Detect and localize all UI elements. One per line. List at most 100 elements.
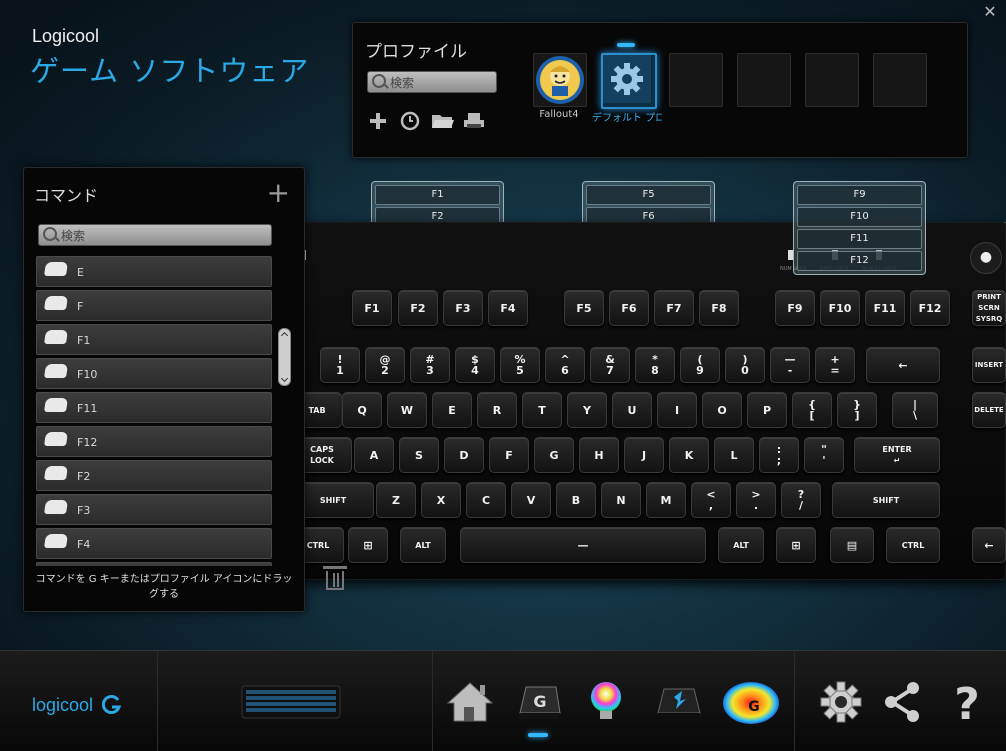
keyboard-key[interactable]: + =: [815, 347, 855, 383]
keyboard-key[interactable]: F10: [820, 290, 860, 326]
keyboard-key[interactable]: R: [477, 392, 517, 428]
command-item[interactable]: F4: [36, 528, 272, 559]
keyboard-key[interactable]: ) 0: [725, 347, 765, 383]
trash-icon[interactable]: [323, 566, 347, 590]
keyboard-key[interactable]: ALT: [718, 527, 764, 563]
keyboard-key[interactable]: INSERT: [972, 347, 1006, 383]
heatmap-icon[interactable]: G: [722, 679, 779, 725]
keyboard-key[interactable]: ALT: [400, 527, 446, 563]
keyboard-key[interactable]: @ 2: [365, 347, 405, 383]
keyboard-key[interactable]: V: [511, 482, 551, 518]
keyboard-key[interactable]: # 3: [410, 347, 450, 383]
keyboard-key[interactable]: N: [601, 482, 641, 518]
home-icon[interactable]: [444, 679, 496, 725]
fkey-slot[interactable]: F10: [797, 207, 922, 227]
keyboard-key[interactable]: U: [612, 392, 652, 428]
command-item[interactable]: F11: [36, 392, 272, 423]
keyboard-key[interactable]: F: [489, 437, 529, 473]
profile-search-input[interactable]: 検索: [367, 71, 497, 93]
keyboard-key[interactable]: F5: [564, 290, 604, 326]
command-item[interactable]: F5: [36, 562, 272, 566]
keyboard-key[interactable]: —: [460, 527, 706, 563]
fkey-slot[interactable]: F5: [586, 185, 711, 205]
keyboard-key[interactable]: J: [624, 437, 664, 473]
media-button[interactable]: ●: [970, 242, 1002, 274]
keyboard-key[interactable]: Q: [342, 392, 382, 428]
keyboard-key[interactable]: { [: [792, 392, 832, 428]
help-icon[interactable]: ?: [942, 679, 994, 730]
fkey-group-3[interactable]: F9 F10 F11 F12: [793, 181, 926, 275]
keyboard-key[interactable]: * 8: [635, 347, 675, 383]
command-item[interactable]: F10: [36, 358, 272, 389]
command-scrollbar[interactable]: [278, 256, 291, 566]
keyboard-key[interactable]: ←: [866, 347, 940, 383]
keyboard-key[interactable]: Z: [376, 482, 416, 518]
command-item[interactable]: F2: [36, 460, 272, 491]
keyboard-key[interactable]: PRINT SCRN SYSRQ: [972, 290, 1006, 326]
lighting-bulb-icon[interactable]: [580, 679, 632, 725]
command-item[interactable]: F12: [36, 426, 272, 457]
fkey-slot[interactable]: F11: [797, 229, 922, 249]
profile-slot-empty-4[interactable]: [873, 53, 927, 107]
command-item[interactable]: F: [36, 290, 272, 321]
keyboard-key[interactable]: C: [466, 482, 506, 518]
keyboard-key[interactable]: < ,: [691, 482, 731, 518]
keyboard-key[interactable]: DELETE: [972, 392, 1006, 428]
keyboard-key[interactable]: B: [556, 482, 596, 518]
keyboard-key[interactable]: F8: [699, 290, 739, 326]
keyboard-key[interactable]: ? /: [781, 482, 821, 518]
clock-icon[interactable]: [399, 111, 421, 133]
keyboard-key[interactable]: D: [444, 437, 484, 473]
keyboard-key[interactable]: F12: [910, 290, 950, 326]
profile-slot-fallout4[interactable]: [533, 53, 587, 107]
keyboard-key[interactable]: T: [522, 392, 562, 428]
keyboard-key[interactable]: H: [579, 437, 619, 473]
keyboard-key[interactable]: — -: [770, 347, 810, 383]
close-icon[interactable]: ✕: [980, 3, 1000, 23]
keyboard-key[interactable]: I: [657, 392, 697, 428]
keyboard-key[interactable]: G: [534, 437, 574, 473]
folder-icon[interactable]: [431, 111, 454, 133]
keyboard-key[interactable]: F11: [865, 290, 905, 326]
printer-icon[interactable]: [463, 111, 485, 133]
command-item[interactable]: F3: [36, 494, 272, 525]
keyboard-key[interactable]: ! 1: [320, 347, 360, 383]
keyboard-key[interactable]: CTRL: [886, 527, 940, 563]
keyboard-key[interactable]: | \: [892, 392, 938, 428]
keyboard-key[interactable]: F1: [352, 290, 392, 326]
device-keyboard-icon[interactable]: [241, 685, 341, 719]
keyboard-key[interactable]: F6: [609, 290, 649, 326]
keyboard-key[interactable]: ▤: [830, 527, 874, 563]
profile-slot-empty-3[interactable]: [805, 53, 859, 107]
keyboard-key[interactable]: K: [669, 437, 709, 473]
add-profile-icon[interactable]: [367, 111, 389, 133]
command-search-input[interactable]: 検索: [38, 224, 272, 246]
keyboard-key[interactable]: Y: [567, 392, 607, 428]
keyboard-key[interactable]: O: [702, 392, 742, 428]
keyboard-key[interactable]: % 5: [500, 347, 540, 383]
keyboard-key[interactable]: W: [387, 392, 427, 428]
keyboard-key[interactable]: F4: [488, 290, 528, 326]
keyboard-key[interactable]: P: [747, 392, 787, 428]
profile-slot-empty-2[interactable]: [737, 53, 791, 107]
keyboard-key[interactable]: ( 9: [680, 347, 720, 383]
keyboard-key[interactable]: S: [399, 437, 439, 473]
fkey-slot[interactable]: F12: [797, 251, 922, 271]
keyboard-key[interactable]: > .: [736, 482, 776, 518]
keyboard-key[interactable]: ^ 6: [545, 347, 585, 383]
keyboard-key[interactable]: $ 4: [455, 347, 495, 383]
keyboard-key[interactable]: ⊞: [776, 527, 816, 563]
profile-slot-default[interactable]: [601, 53, 657, 109]
keyboard-key[interactable]: & 7: [590, 347, 630, 383]
keyboard-key[interactable]: L: [714, 437, 754, 473]
profile-slot-empty-1[interactable]: [669, 53, 723, 107]
keyboard-key[interactable]: } ]: [837, 392, 877, 428]
keyboard-key[interactable]: ⊞: [348, 527, 388, 563]
keyboard-key[interactable]: E: [432, 392, 472, 428]
keyboard-key[interactable]: ←: [972, 527, 1006, 563]
share-icon[interactable]: [878, 679, 930, 725]
keyboard-key[interactable]: F3: [443, 290, 483, 326]
keyboard-key[interactable]: ENTER ↵: [854, 437, 940, 473]
keyboard-key[interactable]: M: [646, 482, 686, 518]
scroll-thumb[interactable]: [278, 328, 291, 386]
